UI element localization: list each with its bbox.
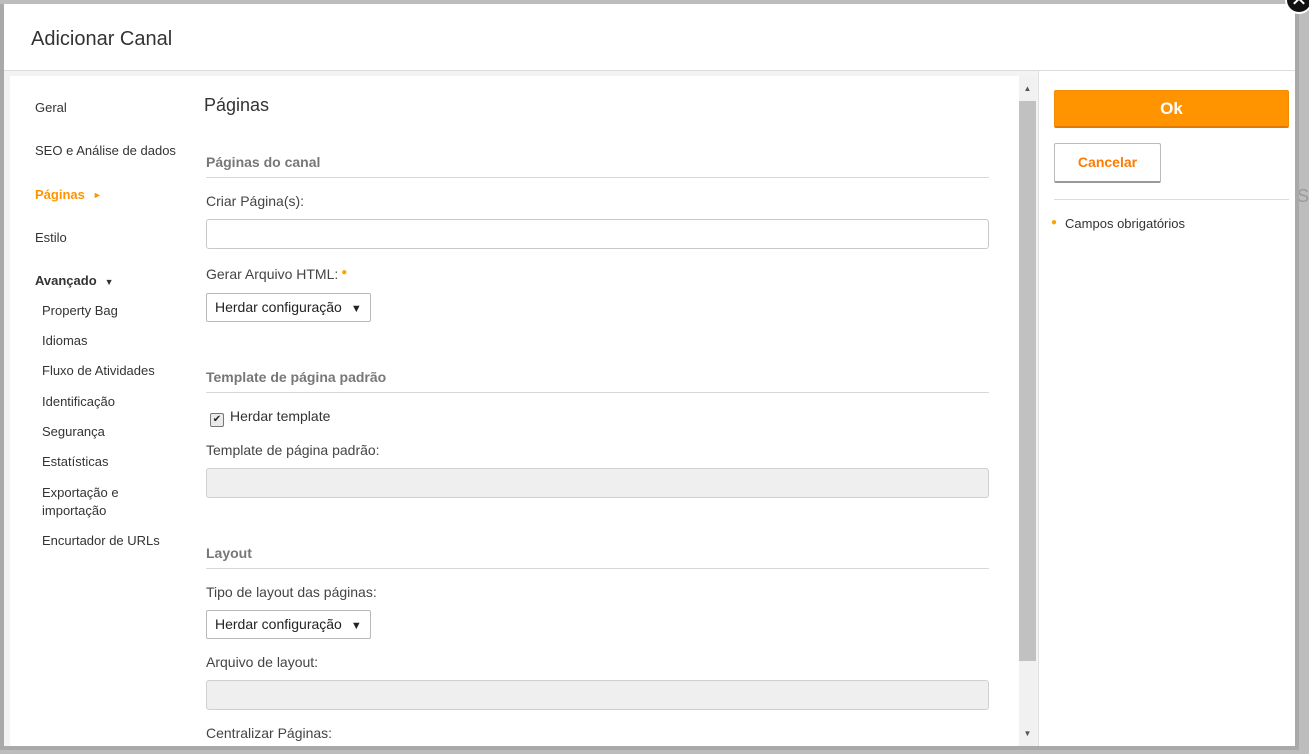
required-dot-icon: ●: [1051, 217, 1058, 228]
nav-item-paginas[interactable]: Páginas ►: [35, 187, 102, 202]
nav-subitem-property-bag[interactable]: Property Bag: [42, 302, 118, 320]
arrow-right-icon: ►: [92, 190, 102, 200]
required-note-text: Campos obrigatórios: [1065, 216, 1185, 231]
required-dot-icon: ●: [341, 267, 348, 278]
generate-html-label: Gerar Arquivo HTML: ●: [206, 266, 347, 282]
nav-item-label: Páginas: [35, 187, 85, 202]
nav-item-avancado[interactable]: Avançado ▼: [35, 273, 114, 288]
nav-item-geral[interactable]: Geral: [35, 100, 67, 115]
nav-subitem-idiomas[interactable]: Idiomas: [42, 332, 88, 350]
required-fields-note: ● Campos obrigatórios: [1051, 216, 1185, 231]
generate-html-select[interactable]: Herdar configuração ▼: [206, 293, 371, 322]
nav-item-estilo[interactable]: Estilo: [35, 230, 67, 245]
scroll-down-icon[interactable]: ▼: [1019, 725, 1036, 742]
nav-item-label: Avançado: [35, 273, 97, 288]
inherit-template-label: Herdar template: [230, 408, 331, 424]
nav-subitem-seguranca[interactable]: Segurança: [42, 423, 105, 441]
nav-subitem-estatisticas[interactable]: Estatísticas: [42, 453, 108, 471]
default-template-input: [206, 468, 989, 498]
nav-item-label: Geral: [35, 100, 67, 115]
form-scrollbar[interactable]: ▲ ▼: [1019, 76, 1036, 746]
layout-type-select[interactable]: Herdar configuração ▼: [206, 610, 371, 639]
dropdown-arrow-icon: ▼: [350, 620, 362, 632]
nav-item-label: Estilo: [35, 230, 67, 245]
caret-down-icon: ▼: [104, 277, 114, 287]
layout-type-label: Tipo de layout das páginas:: [206, 584, 377, 600]
section-layout: Layout: [206, 545, 989, 569]
layout-file-label: Arquivo de layout:: [206, 654, 319, 670]
nav-subitem-exportacao[interactable]: Exportação e importação: [42, 484, 152, 520]
dialog-body: Geral SEO e Análise de dados Páginas ► Es…: [4, 71, 1295, 746]
scroll-up-icon[interactable]: ▲: [1019, 80, 1036, 97]
generate-html-label-text: Gerar Arquivo HTML:: [206, 266, 339, 282]
nav-subitem-identificacao[interactable]: Identificação: [42, 393, 115, 411]
dialog-title: Adicionar Canal: [31, 28, 173, 50]
create-pages-input[interactable]: [206, 219, 989, 249]
inherit-template-checkbox[interactable]: ✔: [210, 413, 224, 427]
layout-type-value: Herdar configuração: [215, 616, 342, 632]
ok-button[interactable]: Ok: [1054, 90, 1289, 128]
generate-html-value: Herdar configuração: [215, 299, 342, 315]
nav-item-label: SEO e Análise de dados: [35, 143, 176, 158]
dialog-header: Adicionar Canal: [4, 4, 1295, 71]
dropdown-arrow-icon: ▼: [350, 303, 362, 315]
settings-panel: Geral SEO e Análise de dados Páginas ► Es…: [10, 76, 1036, 746]
page-title: Páginas: [204, 95, 270, 115]
cancel-button[interactable]: Cancelar: [1054, 143, 1161, 183]
nav-subitem-encurtador[interactable]: Encurtador de URLs: [42, 532, 160, 550]
create-pages-label: Criar Página(s):: [206, 193, 305, 209]
actions-panel: Ok Cancelar ● Campos obrigatórios: [1038, 71, 1295, 746]
inherit-template-checkbox-row[interactable]: ✔ Herdar template: [210, 408, 330, 427]
nav-subitem-fluxo-atividades[interactable]: Fluxo de Atividades: [42, 362, 155, 380]
add-channel-dialog: Adicionar Canal Geral SEO e Análise de d…: [0, 4, 1299, 750]
section-channel-pages: Páginas do canal: [206, 154, 989, 178]
section-default-template: Template de página padrão: [206, 369, 989, 393]
layout-file-input: [206, 680, 989, 710]
divider: [1054, 199, 1289, 200]
default-template-label: Template de página padrão:: [206, 442, 380, 458]
nav-item-seo[interactable]: SEO e Análise de dados: [35, 143, 176, 158]
scroll-thumb[interactable]: [1019, 101, 1036, 661]
center-pages-label: Centralizar Páginas:: [206, 725, 333, 741]
